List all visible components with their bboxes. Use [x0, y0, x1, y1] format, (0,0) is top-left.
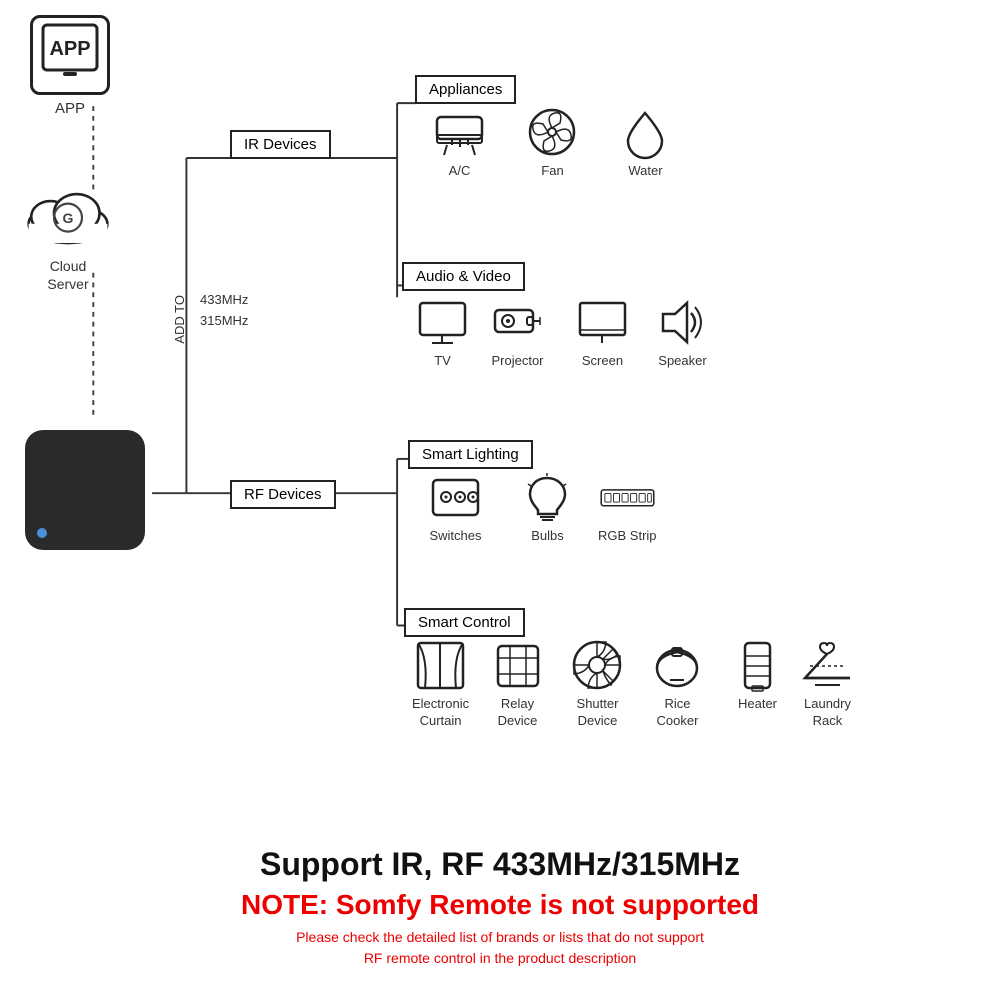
projector-label: Projector	[491, 353, 543, 370]
lighting-category-box: Smart Lighting	[408, 440, 533, 469]
tv-icon	[415, 295, 470, 350]
rgb-strip-label: RGB Strip	[598, 528, 657, 545]
relay-item: RelayDevice	[490, 638, 545, 730]
projector-item: Projector	[490, 295, 545, 370]
ac-label: A/C	[449, 163, 471, 180]
curtain-label: ElectronicCurtain	[412, 696, 469, 730]
ac-icon	[432, 105, 487, 160]
cloud-label: Cloud Server	[47, 257, 88, 293]
curtain-icon	[413, 638, 468, 693]
fan-icon	[525, 105, 580, 160]
rice-cooker-icon	[650, 638, 705, 693]
switches-item: Switches	[428, 470, 483, 545]
speaker-icon	[655, 295, 710, 350]
heater-icon	[730, 638, 785, 693]
rice-cooker-label: RiceCooker	[657, 696, 699, 730]
tv-item: TV	[415, 295, 470, 370]
screen-item: Screen	[575, 295, 630, 370]
laundry-item: LaundryRack	[800, 638, 855, 730]
shutter-item: ShutterDevice	[570, 638, 625, 730]
laundry-icon	[800, 638, 855, 693]
appliances-category-box: Appliances	[415, 75, 516, 104]
av-category-box: Audio & Video	[402, 262, 525, 291]
addto-label: ADD TO	[172, 295, 188, 344]
rgb-strip-item: RGB Strip	[598, 470, 657, 545]
fan-label: Fan	[541, 163, 563, 180]
bottom-text-area: Support IR, RF 433MHz/315MHz NOTE: Somfy…	[0, 815, 1000, 1000]
screen-label: Screen	[582, 353, 623, 370]
heater-label: Heater	[738, 696, 777, 713]
wifi-indicator	[37, 528, 47, 538]
bulbs-icon	[520, 470, 575, 525]
water-item: Water	[618, 105, 673, 180]
svg-text:APP: APP	[49, 38, 90, 60]
switches-label: Switches	[429, 528, 481, 545]
water-icon	[618, 105, 673, 160]
relay-icon	[490, 638, 545, 693]
bulbs-label: Bulbs	[531, 528, 564, 545]
curtain-item: ElectronicCurtain	[412, 638, 469, 730]
app-label: APP	[55, 100, 85, 117]
heater-item: Heater	[730, 638, 785, 713]
device-box	[25, 430, 145, 550]
water-label: Water	[628, 163, 662, 180]
main-container: APP APP G Cloud Server	[0, 0, 1000, 1000]
fan-item: Fan	[525, 105, 580, 180]
cloud-icon: G	[18, 180, 118, 255]
rf-devices-box: RF Devices	[230, 480, 336, 509]
disclaimer-text: Please check the detailed list of brands…	[296, 927, 704, 969]
laundry-label: LaundryRack	[804, 696, 851, 730]
shutter-label: ShutterDevice	[577, 696, 619, 730]
tv-label: TV	[434, 353, 451, 370]
app-icon: APP	[30, 15, 110, 95]
app-section: APP APP	[30, 15, 110, 117]
rgb-strip-icon	[600, 470, 655, 525]
cloud-section: G Cloud Server	[18, 180, 118, 293]
screen-icon	[575, 295, 630, 350]
ac-item: A/C	[432, 105, 487, 180]
speaker-item: Speaker	[655, 295, 710, 370]
control-category-box: Smart Control	[404, 608, 525, 637]
shutter-icon	[570, 638, 625, 693]
support-text: Support IR, RF 433MHz/315MHz	[260, 846, 740, 883]
bulbs-item: Bulbs	[520, 470, 575, 545]
projector-icon	[490, 295, 545, 350]
speaker-label: Speaker	[658, 353, 706, 370]
switches-icon	[428, 470, 483, 525]
ir-devices-box: IR Devices	[230, 130, 331, 159]
note-text: NOTE: Somfy Remote is not supported	[241, 889, 759, 921]
rice-cooker-item: RiceCooker	[650, 638, 705, 730]
svg-text:G: G	[63, 210, 74, 226]
freq-label: 433MHz 315MHz	[200, 290, 248, 332]
relay-label: RelayDevice	[498, 696, 538, 730]
